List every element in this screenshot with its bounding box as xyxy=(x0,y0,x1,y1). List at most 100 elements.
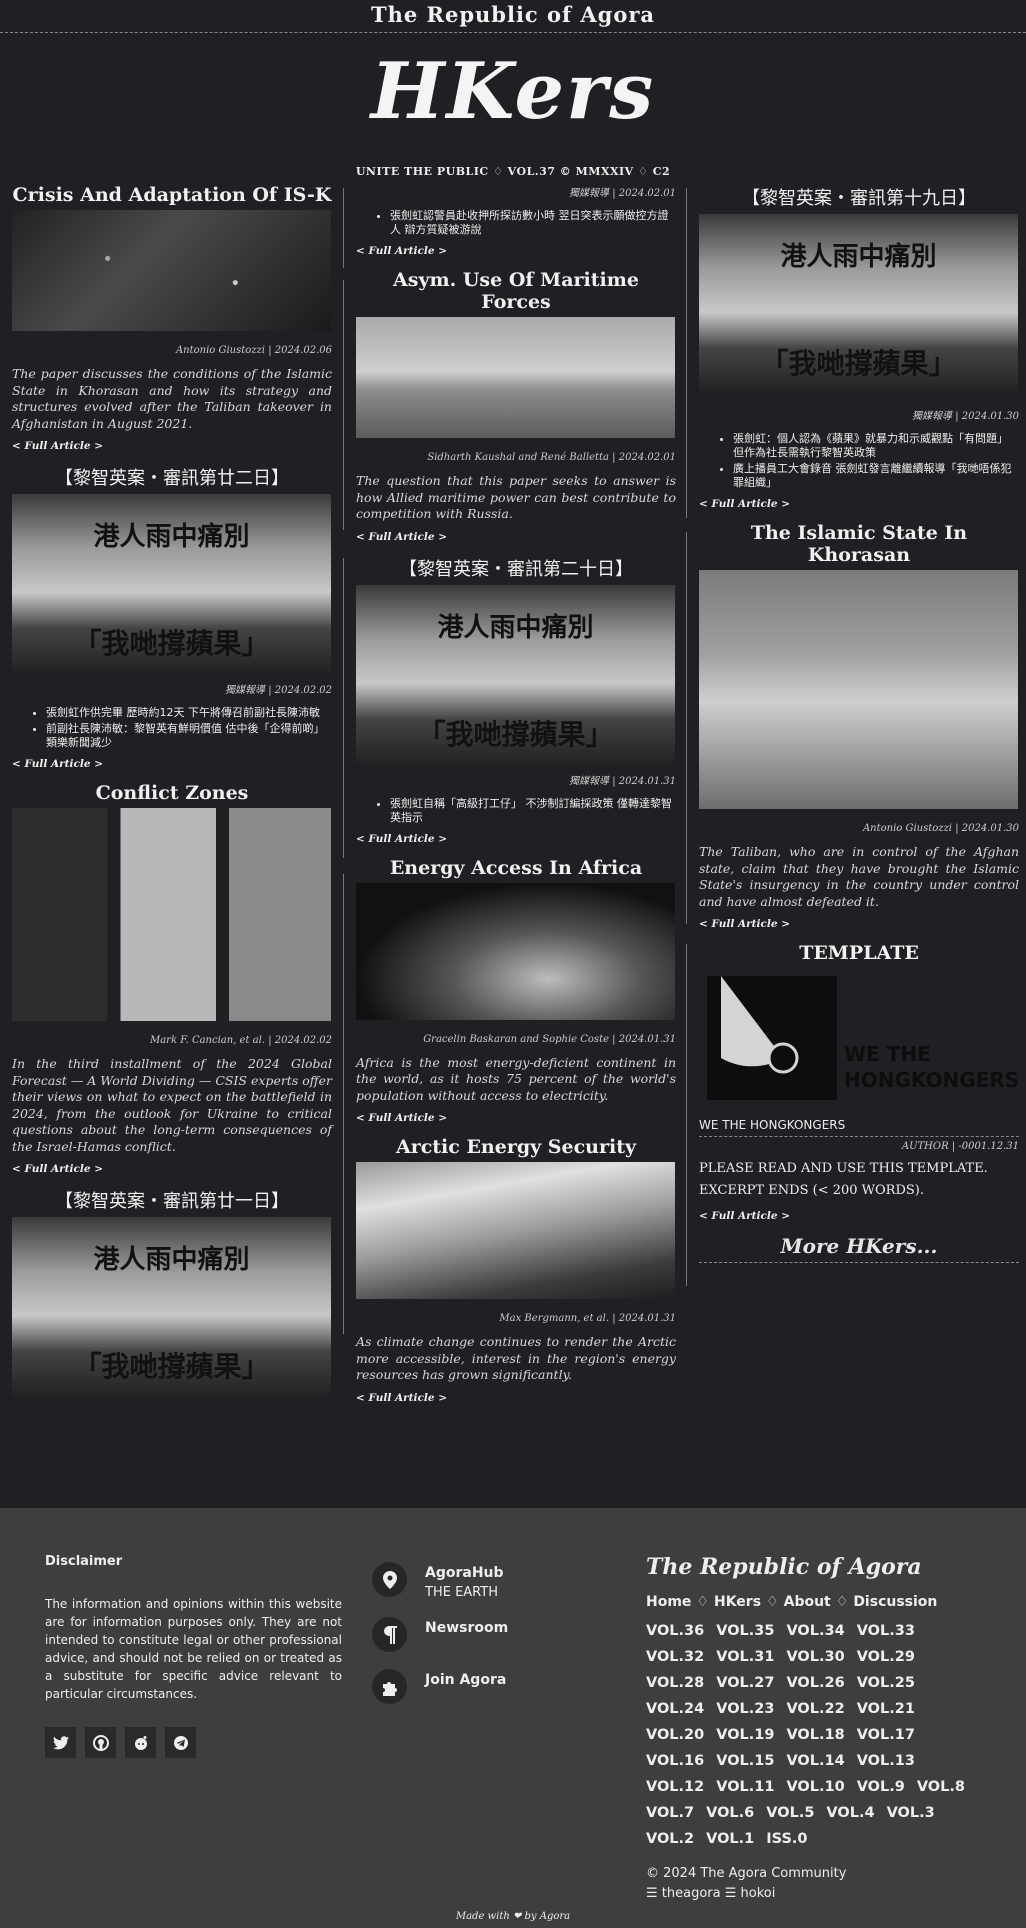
volume-link[interactable]: VOL.27 xyxy=(716,1670,774,1696)
footer-link-agorahub[interactable]: AgoraHub THE EARTH xyxy=(372,1562,508,1600)
bullet-item: 張劍虹：個人認為《蘋果》就暴力和示威觀點「有問題」 但作為社長需執行黎智英政策 xyxy=(733,432,1019,460)
volume-link[interactable]: VOL.4 xyxy=(826,1800,874,1826)
article-title[interactable]: TEMPLATE xyxy=(699,942,1019,964)
full-article-link[interactable]: < Full Article > xyxy=(356,1112,676,1124)
volume-link[interactable]: VOL.16 xyxy=(646,1748,704,1774)
full-article-link[interactable]: < Full Article > xyxy=(699,498,1019,510)
article-image[interactable]: 港人雨中痛別 「我哋撐蘋果」 xyxy=(12,1217,331,1396)
volume-link[interactable]: VOL.34 xyxy=(786,1618,844,1644)
full-article-link[interactable]: < Full Article > xyxy=(356,833,676,845)
article-title[interactable]: Crisis And Adaptation Of IS-K xyxy=(12,184,332,206)
volume-link[interactable]: VOL.28 xyxy=(646,1670,704,1696)
volume-link[interactable]: VOL.11 xyxy=(716,1774,774,1800)
reddit-icon[interactable] xyxy=(125,1727,156,1758)
social-handles[interactable]: ☰ theagora ☰ hokoi xyxy=(646,1884,986,1904)
full-article-link[interactable]: < Full Article > xyxy=(12,1163,332,1175)
volume-link[interactable]: VOL.12 xyxy=(646,1774,704,1800)
disclaimer-text: The information and opinions within this… xyxy=(45,1597,342,1701)
article-image[interactable] xyxy=(356,317,675,438)
volume-link[interactable]: VOL.30 xyxy=(786,1644,844,1670)
article-title[interactable]: Conflict Zones xyxy=(12,782,332,804)
full-article-link[interactable]: < Full Article > xyxy=(356,531,676,543)
nav-discussion[interactable]: Discussion xyxy=(853,1594,937,1610)
full-article-link[interactable]: < Full Article > xyxy=(12,440,332,452)
volume-link[interactable]: ISS.0 xyxy=(766,1826,807,1852)
volume-link[interactable]: VOL.8 xyxy=(917,1774,965,1800)
article-card: The Islamic State In Khorasan Antonio Gi… xyxy=(699,522,1019,930)
volume-link[interactable]: VOL.1 xyxy=(706,1826,754,1852)
volume-link[interactable]: VOL.19 xyxy=(716,1722,774,1748)
article-title[interactable]: Asym. Use Of Maritime Forces xyxy=(356,269,676,313)
volume-link[interactable]: VOL.7 xyxy=(646,1800,694,1826)
volume-link[interactable]: VOL.10 xyxy=(786,1774,844,1800)
article-bullets: 張劍虹：個人認為《蘋果》就暴力和示威觀點「有問題」 但作為社長需執行黎智英政策 … xyxy=(733,432,1019,490)
article-image[interactable]: 港人雨中痛別 「我哋撐蘋果」 xyxy=(356,584,675,764)
paragraph-icon xyxy=(372,1617,407,1652)
volume-link[interactable]: VOL.33 xyxy=(857,1618,915,1644)
more-hkers-link[interactable]: More HKers... xyxy=(699,1234,1019,1263)
article-image[interactable] xyxy=(356,1162,675,1299)
volume-link[interactable]: VOL.20 xyxy=(646,1722,704,1748)
article-title[interactable]: Arctic Energy Security xyxy=(356,1136,676,1158)
full-article-link[interactable]: < Full Article > xyxy=(699,1210,1019,1222)
volume-link[interactable]: VOL.26 xyxy=(786,1670,844,1696)
footer-link-newsroom[interactable]: Newsroom xyxy=(372,1617,508,1652)
hkers-logo[interactable]: HKers xyxy=(0,47,1026,137)
article-image[interactable]: 港人雨中痛別 「我哋撐蘋果」 xyxy=(699,214,1018,393)
article-image[interactable] xyxy=(699,570,1018,809)
article-title[interactable]: 【黎智英案・審訊第廿一日】 xyxy=(12,1187,332,1213)
volume-link[interactable]: VOL.24 xyxy=(646,1696,704,1722)
nav-about[interactable]: About xyxy=(784,1594,831,1610)
article-summary: As climate change continues to render th… xyxy=(356,1334,676,1382)
volume-link[interactable]: VOL.13 xyxy=(857,1748,915,1774)
article-meta: 獨媒報導 | 2024.02.01 xyxy=(569,188,676,199)
nav-home[interactable]: Home xyxy=(646,1594,691,1610)
volume-link[interactable]: VOL.6 xyxy=(706,1800,754,1826)
volume-link[interactable]: VOL.14 xyxy=(786,1748,844,1774)
volume-link[interactable]: VOL.2 xyxy=(646,1826,694,1852)
article-title[interactable]: 【黎智英案・審訊第廿二日】 xyxy=(12,464,332,490)
template-image[interactable]: WE THE HONGKONGERS xyxy=(699,968,1018,1108)
column-divider xyxy=(343,280,344,530)
article-title[interactable]: 【黎智英案・審訊第十九日】 xyxy=(699,184,1019,210)
site-title[interactable]: The Republic of Agora xyxy=(371,2,655,27)
volume-link[interactable]: VOL.5 xyxy=(766,1800,814,1826)
article-image[interactable] xyxy=(356,882,675,1020)
volume-link[interactable]: VOL.35 xyxy=(716,1618,774,1644)
full-article-link[interactable]: < Full Article > xyxy=(12,758,332,770)
article-title[interactable]: Energy Access In Africa xyxy=(356,857,676,879)
volume-link[interactable]: VOL.21 xyxy=(857,1696,915,1722)
full-article-link[interactable]: < Full Article > xyxy=(356,245,676,257)
article-title[interactable]: The Islamic State In Khorasan xyxy=(699,522,1019,566)
article-image[interactable] xyxy=(12,808,331,1021)
volume-link[interactable]: VOL.32 xyxy=(646,1644,704,1670)
footer-link-join[interactable]: Join Agora xyxy=(372,1669,508,1704)
footer-brand[interactable]: The Republic of Agora xyxy=(646,1554,986,1580)
volume-link[interactable]: VOL.9 xyxy=(857,1774,905,1800)
volume-link[interactable]: VOL.31 xyxy=(716,1644,774,1670)
article-meta: Antonio Giustozzi | 2024.01.30 xyxy=(862,823,1019,834)
article-image[interactable] xyxy=(12,210,331,331)
article-meta: Sidharth Kaushal and René Balletta | 202… xyxy=(427,452,676,463)
column-right: 【黎智英案・審訊第十九日】 港人雨中痛別 「我哋撐蘋果」 獨媒報導 | 2024… xyxy=(699,180,1019,1263)
volume-link[interactable]: VOL.25 xyxy=(857,1670,915,1696)
volume-link[interactable]: VOL.17 xyxy=(857,1722,915,1748)
volume-link[interactable]: VOL.36 xyxy=(646,1618,704,1644)
volume-link[interactable]: VOL.23 xyxy=(716,1696,774,1722)
volume-link[interactable]: VOL.22 xyxy=(786,1696,844,1722)
nav-hkers[interactable]: HKers xyxy=(714,1594,761,1610)
volume-link[interactable]: VOL.18 xyxy=(786,1722,844,1748)
full-article-link[interactable]: < Full Article > xyxy=(356,1392,676,1404)
full-article-link[interactable]: < Full Article > xyxy=(699,918,1019,930)
volume-link[interactable]: VOL.15 xyxy=(716,1748,774,1774)
article-card: Asym. Use Of Maritime Forces Sidharth Ka… xyxy=(356,269,676,543)
article-title[interactable]: 【黎智英案・審訊第二十日】 xyxy=(356,555,676,581)
volume-link[interactable]: VOL.29 xyxy=(857,1644,915,1670)
volume-link[interactable]: VOL.3 xyxy=(887,1800,935,1826)
github-icon[interactable] xyxy=(85,1727,116,1758)
telegram-icon[interactable] xyxy=(165,1727,196,1758)
twitter-icon[interactable] xyxy=(45,1727,76,1758)
nav-separator: ♢ xyxy=(835,1594,849,1610)
map-pin-icon xyxy=(372,1562,407,1597)
article-image[interactable]: 港人雨中痛別 「我哋撐蘋果」 xyxy=(12,494,331,673)
